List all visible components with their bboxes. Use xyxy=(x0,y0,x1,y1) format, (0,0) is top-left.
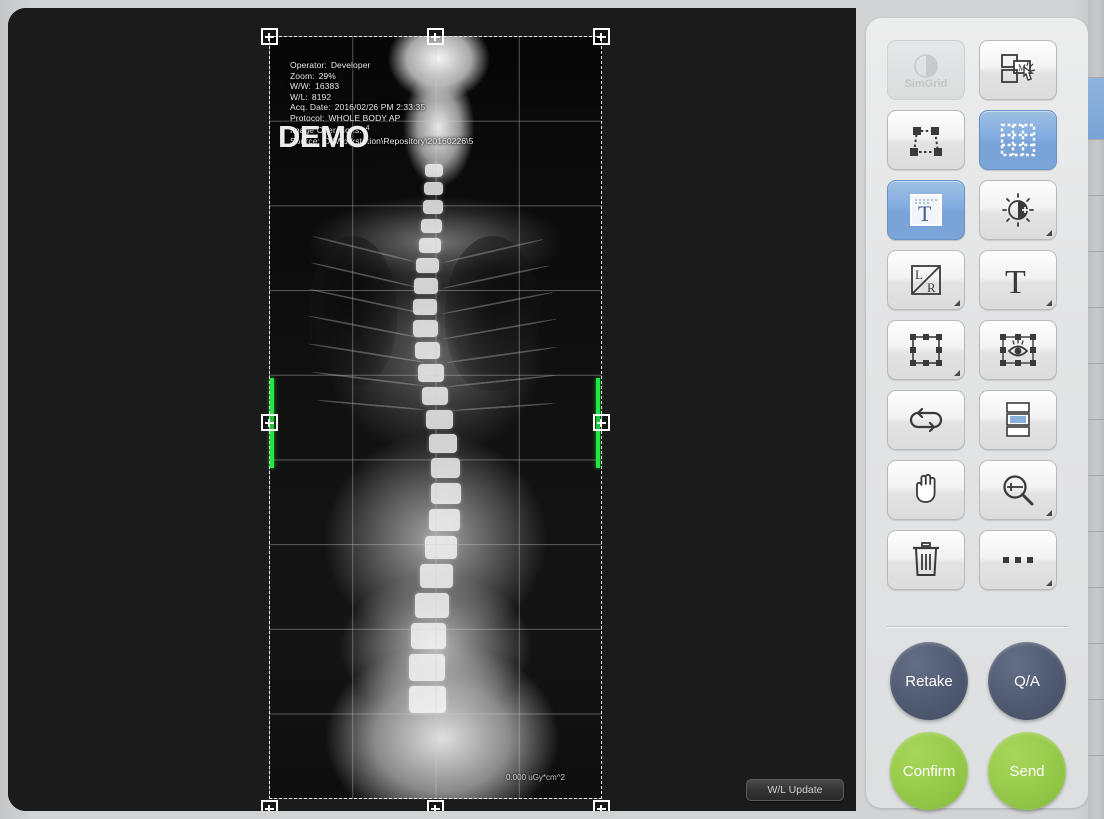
list-item[interactable] xyxy=(1088,644,1104,700)
list-item[interactable] xyxy=(1088,140,1104,196)
list-item[interactable] xyxy=(1088,0,1104,78)
lr-marker-button[interactable]: L R xyxy=(887,250,965,310)
simgrid-label: SimGrid xyxy=(904,78,948,90)
auto-stitch-button[interactable] xyxy=(887,110,965,170)
grid-icon xyxy=(1000,123,1036,157)
roi-eye-icon xyxy=(998,333,1038,367)
overlay-label: Zoom: xyxy=(290,70,315,81)
resize-handle-bottom-left[interactable] xyxy=(261,800,278,811)
send-button[interactable]: Send xyxy=(988,732,1066,810)
confirm-button[interactable]: Confirm xyxy=(890,732,968,810)
image-select-button[interactable] xyxy=(979,390,1057,450)
text-t-icon: T xyxy=(1001,263,1035,297)
simgrid-button[interactable]: SimGrid xyxy=(887,40,965,100)
viewport-canvas[interactable]: Operator: Developer Zoom: 29% W/W: 16383 W/… xyxy=(8,8,856,811)
annotation-text-button[interactable]: T xyxy=(979,250,1057,310)
overlay-value: 2016/02/26 PM 2:33:35 xyxy=(334,102,426,113)
toolbar-divider xyxy=(886,626,1068,628)
list-item[interactable] xyxy=(1088,196,1104,252)
dose-area-product-text: 0.000 uGy*cm^2 xyxy=(506,773,565,782)
crop-button[interactable] xyxy=(887,320,965,380)
hand-icon xyxy=(910,472,942,508)
manual-stitch-icon: M xyxy=(1000,53,1036,87)
thumbnail-list-strip[interactable] xyxy=(1088,0,1104,819)
qa-button[interactable]: Q/A xyxy=(988,642,1066,720)
flip-rotate-icon xyxy=(906,407,946,433)
simgrid-icon xyxy=(913,53,939,79)
resize-handle-bottom-center[interactable] xyxy=(427,800,444,811)
roi-view-button[interactable] xyxy=(979,320,1057,380)
list-item[interactable] xyxy=(1088,308,1104,364)
overlay-row-zoom: Zoom: 29% xyxy=(290,71,473,82)
svg-text:L: L xyxy=(915,267,923,282)
resize-handle-top-left[interactable] xyxy=(261,28,278,45)
pan-button[interactable] xyxy=(887,460,965,520)
resize-handle-middle-left[interactable] xyxy=(261,414,278,431)
expand-corner-icon xyxy=(1046,580,1052,586)
action-button-group: Retake Q/A Confirm Send xyxy=(890,642,1066,810)
more-button[interactable] xyxy=(979,530,1057,590)
svg-text:R: R xyxy=(927,280,936,295)
grid-button[interactable] xyxy=(979,110,1057,170)
expand-corner-icon xyxy=(954,300,960,306)
brightness-icon xyxy=(1000,193,1036,227)
list-item[interactable] xyxy=(1088,364,1104,420)
tool-button-grid: SimGrid M T L R T xyxy=(887,40,1067,590)
overlay-label: Operator: xyxy=(290,60,327,70)
filmstrip-icon xyxy=(1004,402,1032,438)
resize-handle-bottom-right[interactable] xyxy=(593,800,610,811)
zoom-button[interactable] xyxy=(979,460,1057,520)
overlay-row-window-width: W/W: 16383 xyxy=(290,81,473,92)
delete-button[interactable] xyxy=(887,530,965,590)
wl-update-button[interactable]: W/L Update xyxy=(746,779,844,801)
magnifier-icon xyxy=(1000,473,1036,507)
list-item[interactable] xyxy=(1088,532,1104,588)
list-item[interactable] xyxy=(1088,700,1104,756)
list-item[interactable] xyxy=(1088,476,1104,532)
expand-corner-icon xyxy=(1046,300,1052,306)
crop-icon xyxy=(908,333,944,367)
overlay-label: W/L: xyxy=(290,91,308,102)
image-viewport[interactable]: Operator: Developer Zoom: 29% W/W: 16383 W/… xyxy=(8,8,856,811)
list-item[interactable] xyxy=(1088,420,1104,476)
overlay-row-window-level: W/L: 8192 xyxy=(290,92,473,103)
flip-rotate-button[interactable] xyxy=(887,390,965,450)
list-item[interactable] xyxy=(1088,252,1104,308)
resize-handle-top-center[interactable] xyxy=(427,28,444,45)
manual-stitch-button[interactable]: M xyxy=(979,40,1057,100)
expand-corner-icon xyxy=(954,370,960,376)
tool-panel: SimGrid M T L R T Retake Q/A Confirm Sen… xyxy=(866,18,1088,810)
auto-stitch-icon xyxy=(906,124,946,156)
list-item-selected[interactable] xyxy=(1088,78,1104,140)
list-item[interactable] xyxy=(1088,588,1104,644)
ellipsis-icon xyxy=(1000,554,1036,566)
overlay-value: Developer xyxy=(330,60,371,70)
trash-icon xyxy=(911,542,941,578)
resize-handle-middle-right[interactable] xyxy=(593,414,610,431)
overlay-row-acq-date: Acq. Date: 2016/02/26 PM 2:33:35 xyxy=(290,102,473,113)
demo-watermark: DEMO xyxy=(278,119,370,154)
resize-handle-top-right[interactable] xyxy=(593,28,610,45)
overlay-value: 29% xyxy=(318,70,336,81)
retake-button[interactable]: Retake xyxy=(890,642,968,720)
brightness-button[interactable] xyxy=(979,180,1057,240)
overlay-row-operator: Operator: Developer xyxy=(290,60,473,71)
application-window: Operator: Developer Zoom: 29% W/W: 16383 W/… xyxy=(0,0,1104,819)
overlay-label: W/W: xyxy=(290,81,312,92)
svg-text:T: T xyxy=(918,201,932,226)
expand-corner-icon xyxy=(1046,230,1052,236)
overlay-value: 8192 xyxy=(311,91,332,102)
svg-text:T: T xyxy=(1005,264,1026,297)
text-overlay-icon: T xyxy=(909,193,943,227)
lr-marker-icon: L R xyxy=(909,263,943,297)
overlay-value: 16383 xyxy=(315,81,340,92)
expand-corner-icon xyxy=(1046,510,1052,516)
overlay-label: Acq. Date: xyxy=(290,102,331,113)
text-overlay-button[interactable]: T xyxy=(887,180,965,240)
